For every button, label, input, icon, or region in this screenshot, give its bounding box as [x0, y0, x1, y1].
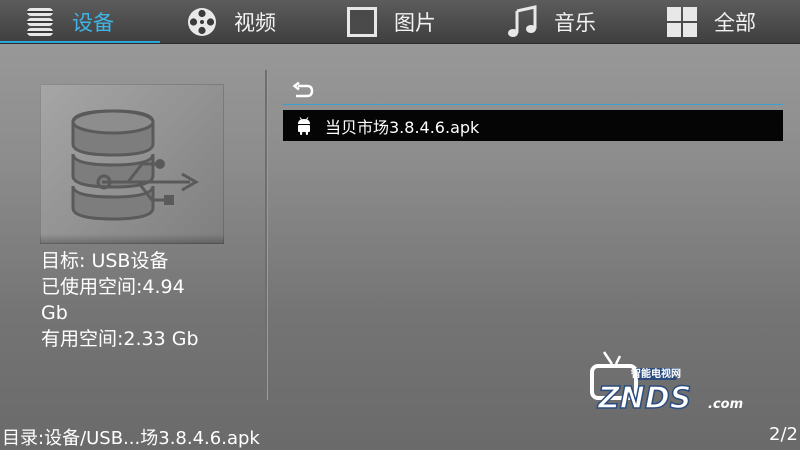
used-space-unit: Gb: [41, 302, 68, 324]
page-indicator: 2/2: [769, 424, 798, 445]
grid-icon: [664, 4, 700, 40]
free-space-label: 有用空间:2.33 Gb: [41, 328, 199, 350]
usb-storage-icon: [71, 109, 200, 221]
tab-label: 视频: [234, 11, 276, 35]
file-name: 当贝市场3.8.4.6.apk: [325, 117, 480, 137]
usb-device-thumbnail: [40, 84, 224, 244]
top-tab-bar: 设备 视频 图片 音乐 全部: [0, 0, 800, 44]
tab-label: 音乐: [554, 11, 596, 35]
panel-divider: [265, 70, 267, 400]
database-icon: [22, 4, 58, 40]
tab-bar-divider: [0, 43, 800, 44]
tab-label: 全部: [714, 11, 756, 35]
music-note-icon: [504, 4, 540, 40]
watermark-suffix-text: .com: [708, 397, 743, 412]
picture-frame-icon: [344, 4, 380, 40]
android-icon: [293, 115, 315, 137]
current-path: 目录:设备/USB...场3.8.4.6.apk: [2, 428, 260, 449]
watermark-cn-text: 智能电视网: [631, 367, 681, 380]
file-list-item[interactable]: 当贝市场3.8.4.6.apk: [283, 110, 783, 141]
back-button[interactable]: [292, 81, 314, 104]
target-device-label: 目标: USB设备: [41, 250, 169, 272]
tab-pictures[interactable]: 图片: [344, 0, 436, 44]
tab-music[interactable]: 音乐: [504, 0, 596, 44]
return-arrow-icon: [292, 81, 314, 104]
znds-watermark-logo: 智能电视网 ZNDS .com: [590, 350, 760, 420]
tab-video[interactable]: 视频: [184, 0, 276, 44]
list-header-divider: [283, 104, 783, 105]
tab-device[interactable]: 设备: [22, 0, 114, 44]
watermark-main-text: ZNDS: [597, 381, 691, 416]
tab-label: 图片: [394, 11, 436, 35]
film-reel-icon: [184, 4, 220, 40]
used-space-label: 已使用空间:4.94: [41, 276, 185, 298]
device-info: 目标: USB设备 已使用空间:4.94 Gb 有用空间:2.33 Gb: [41, 248, 241, 352]
tab-all[interactable]: 全部: [664, 0, 756, 44]
tab-label: 设备: [72, 11, 114, 35]
